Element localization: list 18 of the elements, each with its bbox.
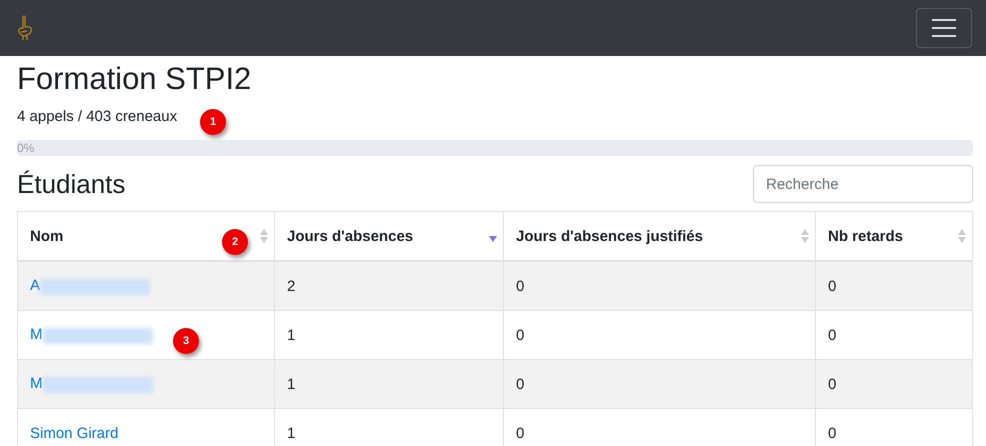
table-cell: 0: [816, 261, 972, 310]
table-cell: 0: [816, 360, 972, 408]
menu-button[interactable]: [916, 8, 972, 48]
search-field[interactable]: Recherche: [753, 165, 973, 203]
menu-icon: [931, 18, 957, 38]
progress-reading: 0%: [17, 141, 34, 155]
annotation-marker: 1: [200, 109, 226, 135]
section-title: Étudiants: [17, 168, 126, 200]
table-cell: 1: [274, 360, 504, 408]
annotation-marker: 3: [173, 328, 199, 354]
table-cell: 0: [504, 360, 816, 408]
annotation-marker: 2: [222, 229, 248, 255]
table-cell: 0: [504, 261, 816, 310]
table-cell: 2: [274, 261, 504, 310]
summary-text: 4 appels / 403 creneaux: [17, 108, 178, 124]
page-title: Formation STPI2: [17, 60, 252, 98]
student-name-link[interactable]: Simon Girard: [30, 424, 118, 442]
pointing-hand-icon[interactable]: [16, 15, 34, 41]
